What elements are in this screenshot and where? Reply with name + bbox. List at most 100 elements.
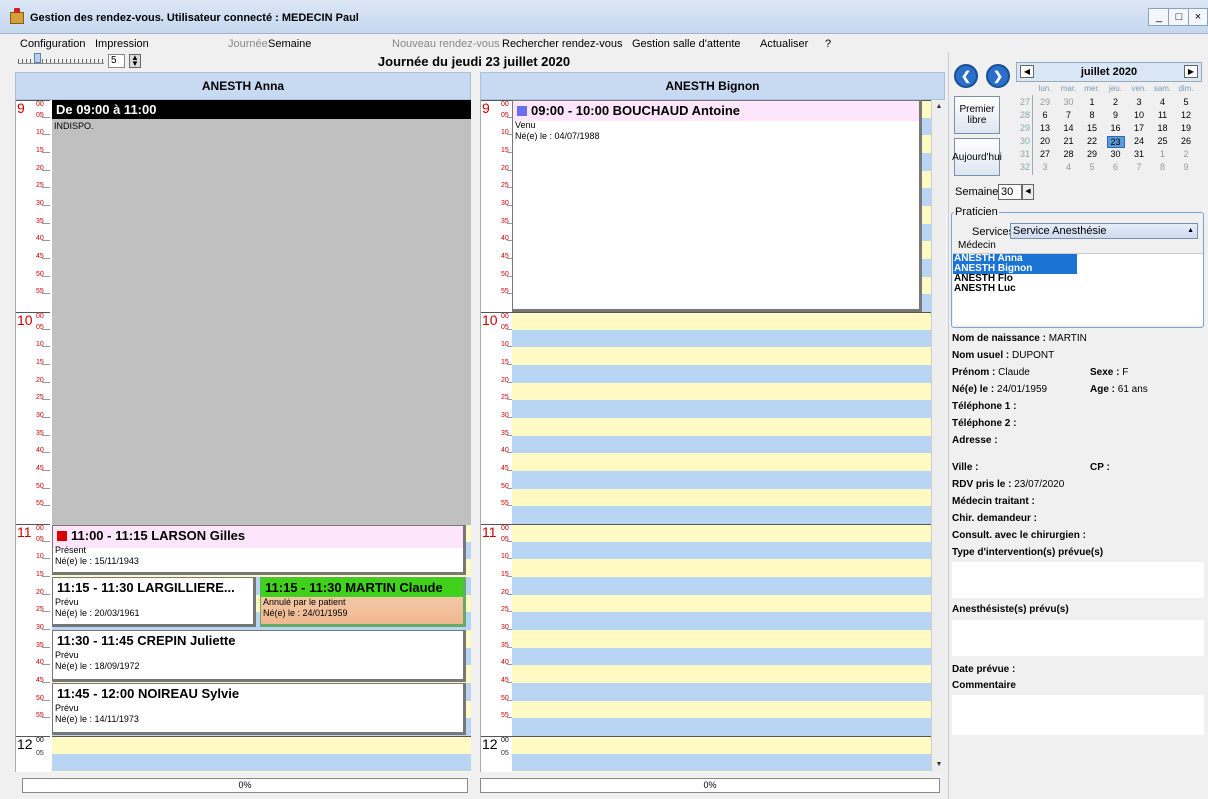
menu-configuration[interactable]: Configuration xyxy=(20,38,85,50)
calendar-day[interactable]: 7 xyxy=(1130,162,1148,172)
calendar-day[interactable]: 6 xyxy=(1036,110,1054,120)
close-button[interactable]: × xyxy=(1188,8,1208,26)
calendar-day[interactable]: 8 xyxy=(1154,162,1172,172)
menu-journee[interactable]: Journée xyxy=(228,38,268,50)
calendar-day[interactable]: 6 xyxy=(1107,162,1125,172)
calendar-day[interactable]: 22 xyxy=(1083,136,1101,146)
time-slot[interactable] xyxy=(512,435,931,454)
time-slot[interactable] xyxy=(512,312,931,330)
calendar-day[interactable]: 7 xyxy=(1060,110,1078,120)
prev-arrow-icon[interactable]: ❮ xyxy=(954,64,978,88)
appointment-crepin[interactable]: 11:30 - 11:45 CREPIN Juliette Prévu Né(e… xyxy=(52,630,466,682)
appointment-larson[interactable]: 11:00 - 11:15 LARSON Gilles Présent Né(e… xyxy=(52,525,466,575)
time-slot[interactable] xyxy=(52,771,471,772)
calendar-day[interactable]: 2 xyxy=(1107,97,1125,107)
vertical-scrollbar[interactable]: ▲ ▼ xyxy=(931,100,945,772)
calendar-day[interactable]: 4 xyxy=(1154,97,1172,107)
calendar-day[interactable]: 17 xyxy=(1130,123,1148,133)
appointment-noireau[interactable]: 11:45 - 12:00 NOIREAU Sylvie Prévu Né(e)… xyxy=(52,683,466,735)
appointment-bouchaud[interactable]: 09:00 - 10:00 BOUCHAUD Antoine Venu Né(e… xyxy=(512,100,922,312)
calendar-day[interactable]: 2 xyxy=(1177,149,1195,159)
calendar-day[interactable]: 8 xyxy=(1083,110,1101,120)
calendar-day[interactable]: 10 xyxy=(1130,110,1148,120)
scroll-up-icon[interactable]: ▲ xyxy=(933,100,945,114)
menu-nouveau-rdv[interactable]: Nouveau rendez-vous xyxy=(392,38,500,50)
commentaire-field[interactable] xyxy=(952,695,1204,735)
time-slot[interactable] xyxy=(512,753,931,772)
calendar-day[interactable]: 15 xyxy=(1083,123,1101,133)
calendar-day[interactable]: 11 xyxy=(1154,110,1172,120)
next-arrow-icon[interactable]: ❯ xyxy=(986,64,1010,88)
time-slot[interactable] xyxy=(512,418,931,436)
type-intervention-field[interactable] xyxy=(952,562,1204,598)
calendar-day[interactable]: 25 xyxy=(1154,136,1172,146)
calendar-day[interactable]: 12 xyxy=(1177,110,1195,120)
calendar-day[interactable]: 30 xyxy=(1107,149,1125,159)
time-slot[interactable] xyxy=(512,771,931,772)
calendar-day[interactable]: 26 xyxy=(1177,136,1195,146)
minimize-button[interactable]: _ xyxy=(1148,8,1170,26)
unavailable-block[interactable]: De 09:00 à 11:00 INDISPO. xyxy=(52,100,471,525)
calendar-day[interactable]: 1 xyxy=(1154,149,1172,159)
medecin-item[interactable]: ANESTH Luc xyxy=(953,284,1077,294)
calendar-day[interactable]: 29 xyxy=(1036,97,1054,107)
calendar-day[interactable]: 23 xyxy=(1106,136,1125,148)
calendar-day[interactable]: 27 xyxy=(1036,149,1054,159)
calendar-day[interactable]: 30 xyxy=(1060,97,1078,107)
calendar-day[interactable]: 9 xyxy=(1177,162,1195,172)
calendar-day[interactable]: 19 xyxy=(1177,123,1195,133)
time-slot[interactable] xyxy=(512,365,931,383)
calendar-next-icon[interactable]: ▶ xyxy=(1184,65,1198,78)
time-slot[interactable] xyxy=(512,647,931,666)
time-slot[interactable] xyxy=(512,630,931,648)
mini-calendar[interactable]: juillet 2020 ◀ ▶ lun. mar. mer. jeu. ven. sam… xyxy=(1016,62,1202,176)
calendar-day[interactable]: 5 xyxy=(1177,97,1195,107)
calendar-day[interactable]: 29 xyxy=(1083,149,1101,159)
semaine-dropdown-icon[interactable]: ◀ xyxy=(1022,184,1034,200)
menu-semaine[interactable]: Semaine xyxy=(268,38,311,50)
calendar-day[interactable]: 9 xyxy=(1107,110,1125,120)
scroll-down-icon[interactable]: ▼ xyxy=(933,758,945,772)
time-slot[interactable] xyxy=(512,612,931,630)
time-slot[interactable] xyxy=(512,471,931,489)
appointment-largilliere[interactable]: 11:15 - 11:30 LARGILLIERE... Prévu Né(e)… xyxy=(52,577,256,627)
menu-impression[interactable]: Impression xyxy=(95,38,149,50)
time-slot[interactable] xyxy=(512,506,931,524)
lane-bignon[interactable]: 09:00 - 10:00 BOUCHAUD Antoine Venu Né(e… xyxy=(512,100,931,772)
time-slot[interactable] xyxy=(512,700,931,719)
services-select[interactable]: Service Anesthésie ▲ xyxy=(1010,223,1198,239)
time-slot[interactable] xyxy=(512,736,931,754)
calendar-day[interactable]: 16 xyxy=(1107,123,1125,133)
time-slot[interactable] xyxy=(512,683,931,701)
calendar-day[interactable]: 24 xyxy=(1130,136,1148,146)
anesthesiste-field[interactable] xyxy=(952,620,1204,656)
premier-libre-button[interactable]: Premier libre xyxy=(954,96,1000,134)
calendar-day[interactable]: 1 xyxy=(1083,97,1101,107)
time-slot[interactable] xyxy=(512,524,931,542)
calendar-day[interactable]: 5 xyxy=(1083,162,1101,172)
time-slot[interactable] xyxy=(512,453,931,471)
time-slot[interactable] xyxy=(512,347,931,365)
time-slot[interactable] xyxy=(512,382,931,401)
maximize-button[interactable]: □ xyxy=(1168,8,1190,26)
schedule-anna[interactable]: 9 00 05 10 15 20 25 30 35 40 45 50 55 10 00 05 10 15 20 25 3… xyxy=(15,100,471,772)
calendar-day[interactable]: 20 xyxy=(1036,136,1054,146)
time-slot[interactable] xyxy=(512,488,931,507)
calendar-day[interactable]: 3 xyxy=(1130,97,1148,107)
calendar-day[interactable]: 3 xyxy=(1036,162,1054,172)
lane-anna[interactable]: De 09:00 à 11:00 INDISPO. 11:00 - 11:15 … xyxy=(52,100,471,772)
time-slot[interactable] xyxy=(52,753,471,772)
calendar-day[interactable]: 28 xyxy=(1060,149,1078,159)
menu-actualiser[interactable]: Actualiser xyxy=(760,38,808,50)
time-slot[interactable] xyxy=(512,577,931,595)
time-slot[interactable] xyxy=(512,594,931,613)
time-slot[interactable] xyxy=(52,736,471,754)
menu-salle-attente[interactable]: Gestion salle d'attente xyxy=(632,38,741,50)
calendar-day[interactable]: 21 xyxy=(1060,136,1078,146)
time-slot[interactable] xyxy=(512,718,931,736)
medecin-list[interactable]: ANESTH Anna ANESTH Bignon ANESTH Flo ANE… xyxy=(953,253,1203,325)
schedule-bignon[interactable]: 9 00 05 10 15 20 25 30 35 40 45 50 55 10 00 05 10 15 20 25 3… xyxy=(480,100,931,772)
menu-rechercher-rdv[interactable]: Rechercher rendez-vous xyxy=(502,38,622,50)
semaine-input[interactable]: 30 xyxy=(998,184,1022,200)
calendar-day[interactable]: 18 xyxy=(1154,123,1172,133)
